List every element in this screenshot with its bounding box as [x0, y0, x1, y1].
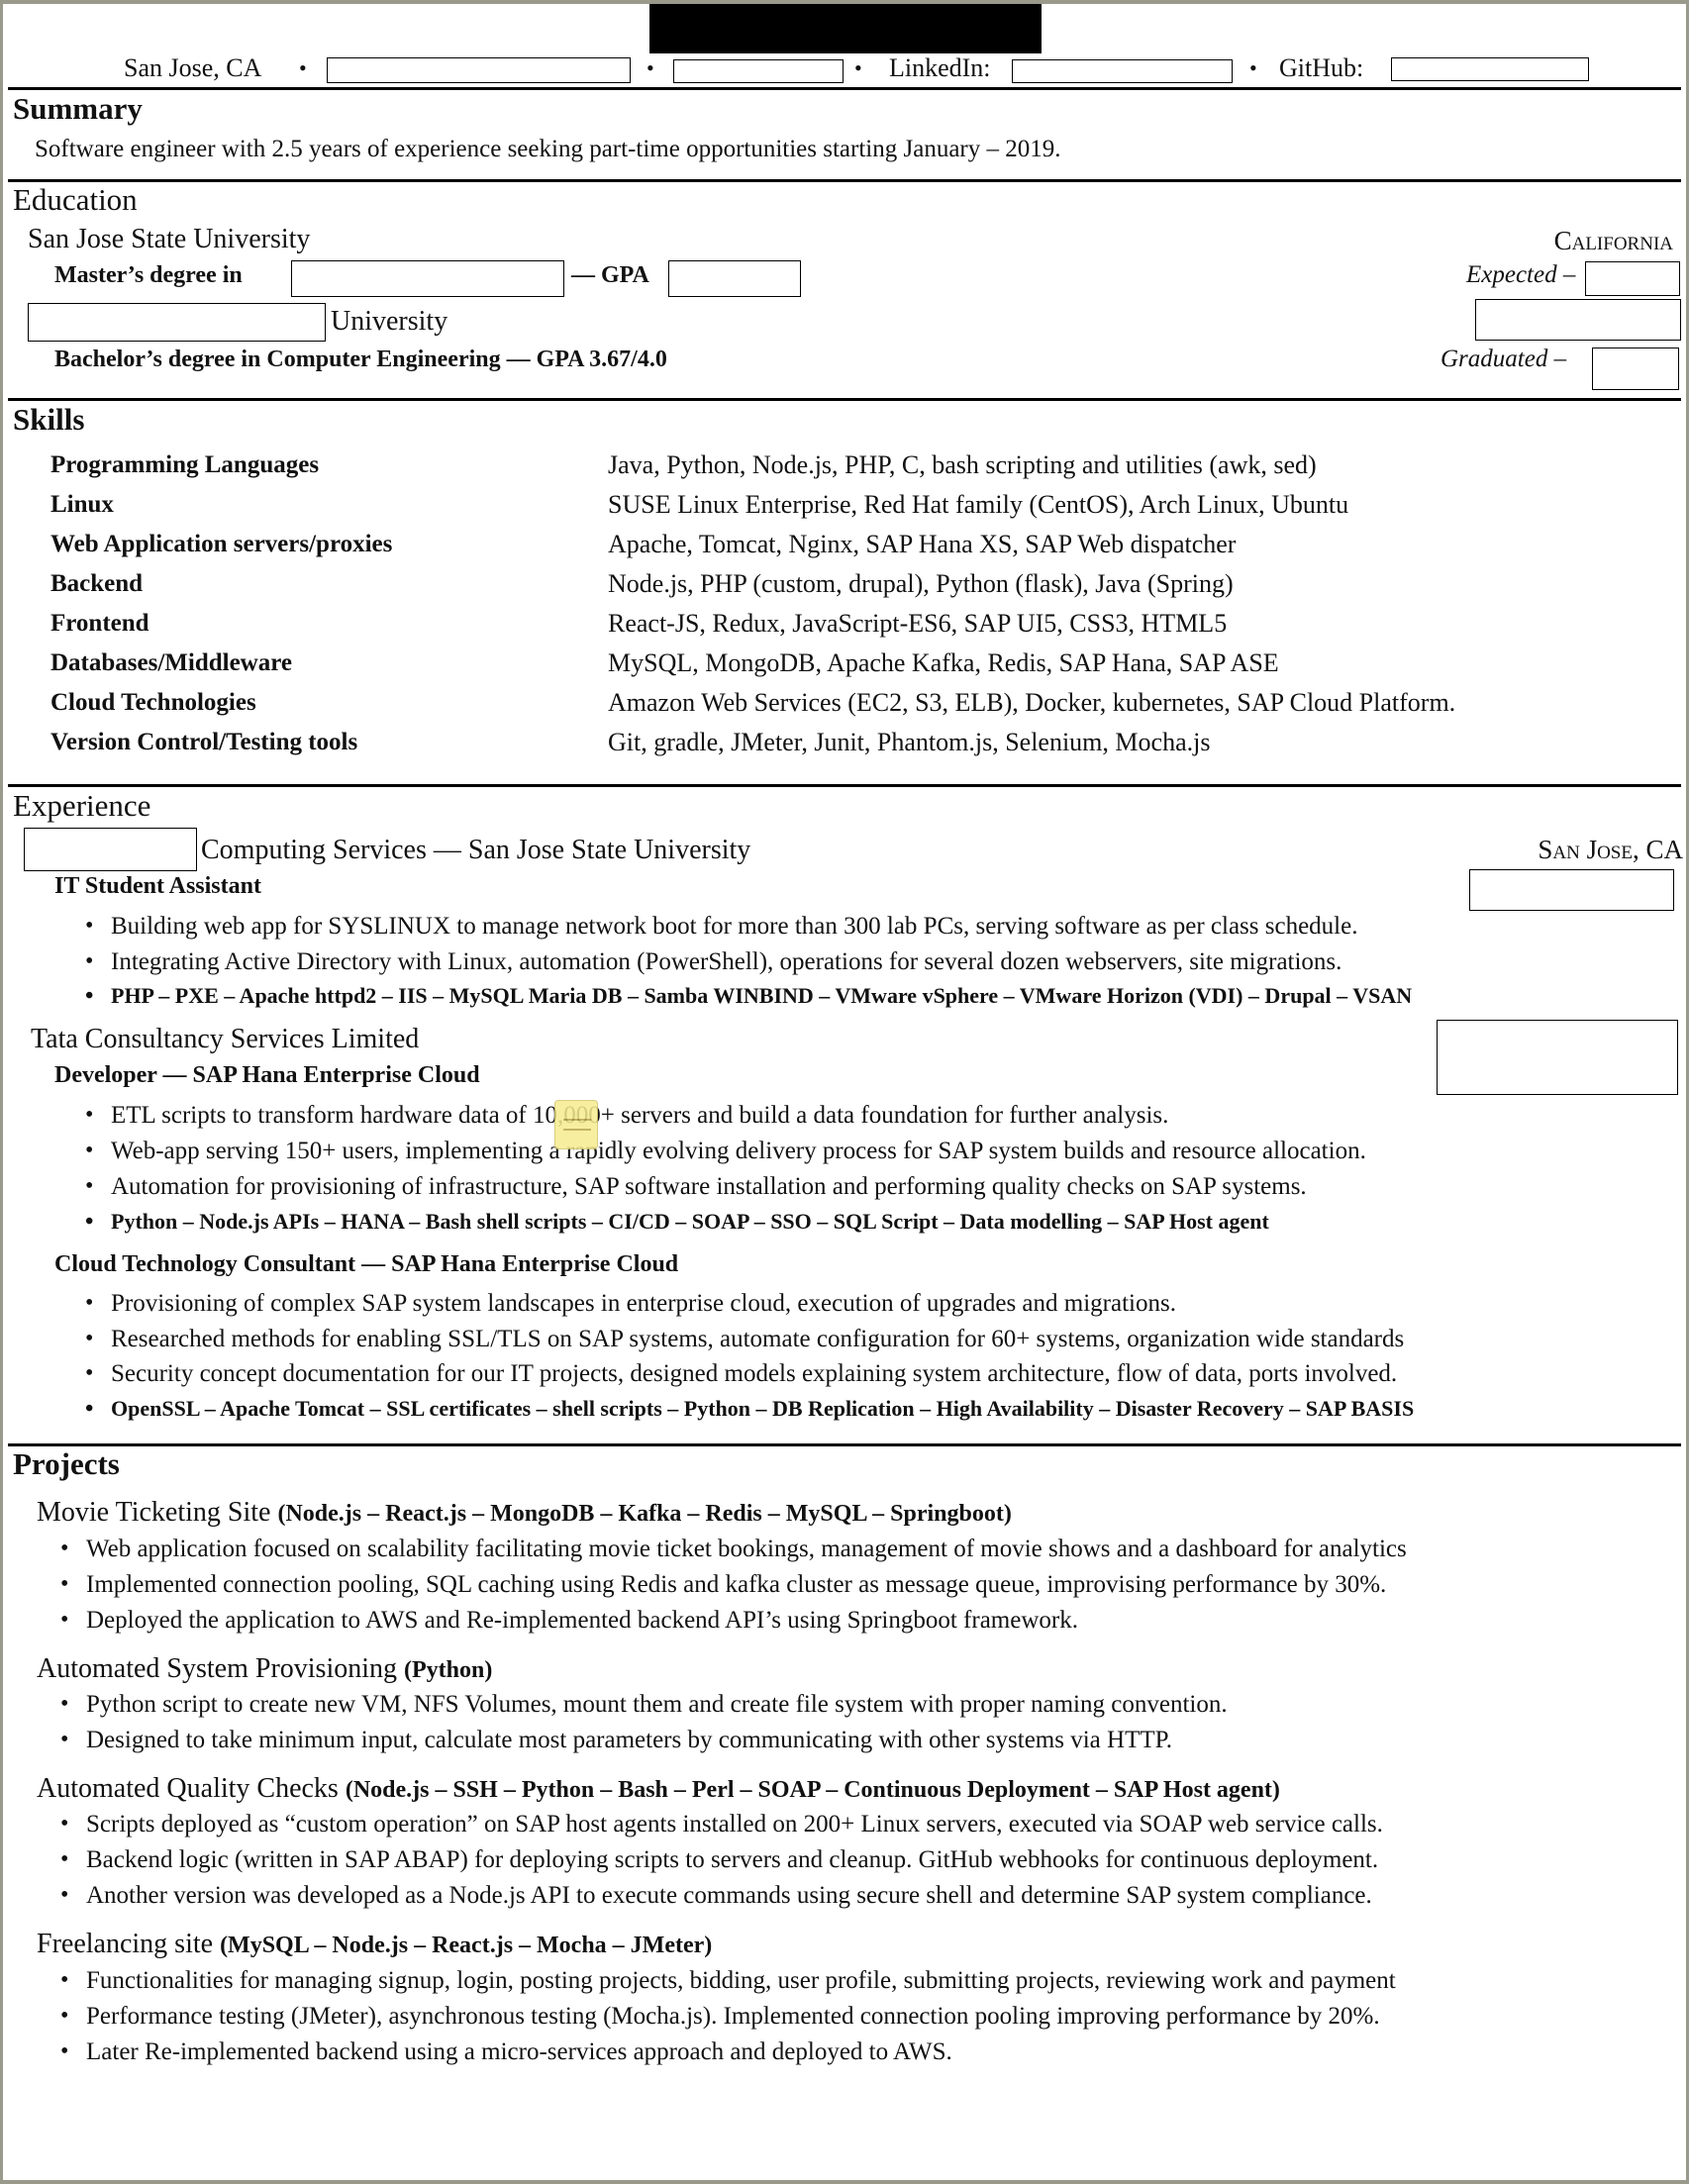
- project-tech: (Node.js – SSH – Python – Bash – Perl – …: [345, 1777, 1280, 1803]
- experience-heading: Experience: [13, 788, 151, 823]
- masters-gpa-label: — GPA: [571, 262, 649, 288]
- project-name: Automated Quality Checks: [37, 1773, 339, 1804]
- skill-value: Apache, Tomcat, Nginx, SAP Hana XS, SAP …: [608, 530, 1237, 558]
- university-location-redaction: [1475, 299, 1681, 341]
- graduated-label: Graduated –: [1441, 346, 1567, 372]
- job-org: Tata Consultancy Services Limited: [31, 1024, 420, 1054]
- job-bullet: Web-app serving 150+ users, implementing…: [85, 1138, 1366, 1165]
- project-bullet: Implemented connection pooling, SQL cach…: [60, 1571, 1386, 1599]
- project-bullet: Python script to create new VM, NFS Volu…: [60, 1691, 1228, 1719]
- major-redaction: [291, 260, 564, 297]
- separator-dot: •: [854, 55, 862, 80]
- skill-label: Cloud Technologies: [50, 689, 256, 716]
- skill-label: Frontend: [50, 610, 149, 637]
- skill-label: Backend: [50, 570, 144, 597]
- expected-label: Expected –: [1466, 261, 1576, 288]
- project-name: Freelancing site: [37, 1929, 214, 1959]
- skill-value: Node.js, PHP (custom, drupal), Python (f…: [608, 569, 1234, 598]
- gpa-redaction: [668, 260, 801, 297]
- project-bullet: Scripts deployed as “custom operation” o…: [60, 1811, 1383, 1838]
- project-tech: (Node.js – React.js – MongoDB – Kafka – …: [277, 1501, 1012, 1527]
- skill-label: Version Control/Testing tools: [50, 729, 358, 755]
- job-role: Developer — SAP Hana Enterprise Cloud: [54, 1062, 480, 1088]
- github-redaction: [1391, 57, 1589, 81]
- project-name: Automated System Provisioning: [37, 1653, 397, 1684]
- section-divider: [8, 784, 1681, 787]
- sticky-note-annotation-icon[interactable]: [554, 1100, 598, 1149]
- project-title: Freelancing site (MySQL – Node.js – Reac…: [37, 1929, 712, 1960]
- linkedin-redaction: [1012, 59, 1233, 83]
- section-divider: [8, 398, 1681, 401]
- job-role: IT Student Assistant: [54, 873, 261, 899]
- project-tech: (Python): [404, 1657, 493, 1683]
- bachelors-degree: Bachelor’s degree in Computer Engineerin…: [54, 347, 667, 372]
- graduated-date-redaction: [1592, 347, 1679, 390]
- project-bullet: Another version was developed as a Node.…: [60, 1882, 1372, 1910]
- project-tech: (MySQL – Node.js – React.js – Mocha – JM…: [220, 1933, 713, 1958]
- skill-value: React-JS, Redux, JavaScript-ES6, SAP UI5…: [608, 609, 1228, 638]
- job-bullet: Building web app for SYSLINUX to manage …: [85, 913, 1357, 941]
- section-divider: [8, 179, 1681, 182]
- job-tech-stack: Python – Node.js APIs – HANA – Bash shel…: [85, 1209, 1269, 1236]
- skill-label: Databases/Middleware: [50, 649, 292, 676]
- linkedin-label: LinkedIn:: [889, 53, 991, 82]
- org-prefix-redaction: [24, 828, 197, 871]
- bachelors-university-suffix: University: [331, 306, 448, 337]
- location-text: San Jose, CA: [124, 53, 262, 82]
- projects-heading: Projects: [13, 1446, 120, 1481]
- name-redaction: [649, 4, 1042, 53]
- project-bullet: Functionalities for managing signup, log…: [60, 1967, 1396, 1995]
- job-role: Cloud Technology Consultant — SAP Hana E…: [54, 1251, 679, 1277]
- separator-dot: •: [646, 55, 654, 80]
- separator-dot: •: [299, 55, 307, 80]
- job-bullet: Researched methods for enabling SSL/TLS …: [85, 1326, 1404, 1353]
- education-heading: Education: [13, 182, 138, 217]
- project-bullet: Performance testing (JMeter), asynchrono…: [60, 2003, 1380, 2031]
- project-title: Automated Quality Checks (Node.js – SSH …: [37, 1773, 1280, 1805]
- summary-heading: Summary: [13, 91, 143, 126]
- project-title: Automated System Provisioning (Python): [37, 1653, 492, 1685]
- contact-line: San Jose, CA • • • LinkedIn: • GitHub:: [0, 53, 1689, 89]
- section-divider: [8, 1443, 1681, 1446]
- skill-label: Linux: [50, 491, 114, 518]
- job-tech-stack: OpenSSL – Apache Tomcat – SSL certificat…: [85, 1396, 1414, 1423]
- skills-heading: Skills: [13, 402, 85, 437]
- skill-value: MySQL, MongoDB, Apache Kafka, Redis, SAP…: [608, 648, 1279, 677]
- email-redaction: [327, 57, 631, 83]
- phone-redaction: [673, 59, 844, 83]
- expected-date-redaction: [1585, 261, 1680, 296]
- job-tech-stack: PHP – PXE – Apache httpd2 – IIS – MySQL …: [85, 983, 1412, 1010]
- job-bullet: Security concept documentation for our I…: [85, 1360, 1397, 1388]
- project-bullet: Deployed the application to AWS and Re-i…: [60, 1607, 1078, 1635]
- project-bullet: Later Re-implemented backend using a mic…: [60, 2038, 952, 2066]
- job-bullet: Provisioning of complex SAP system lands…: [85, 1290, 1176, 1318]
- skill-value: Java, Python, Node.js, PHP, C, bash scri…: [608, 450, 1317, 479]
- skill-value: Git, gradle, JMeter, Junit, Phantom.js, …: [608, 728, 1211, 756]
- job-location-date-redaction: [1437, 1020, 1678, 1095]
- section-divider: [8, 87, 1681, 90]
- skill-label: Programming Languages: [50, 451, 320, 478]
- university-name-redaction: [28, 303, 326, 342]
- project-bullet: Designed to take minimum input, calculat…: [60, 1727, 1172, 1754]
- job-bullet: Integrating Active Directory with Linux,…: [85, 948, 1341, 976]
- separator-dot: •: [1249, 55, 1257, 80]
- job-bullet: ETL scripts to transform hardware data o…: [85, 1102, 1168, 1130]
- job-date-redaction: [1469, 869, 1674, 911]
- skill-value: SUSE Linux Enterprise, Red Hat family (C…: [608, 490, 1349, 519]
- project-name: Movie Ticketing Site: [37, 1497, 271, 1528]
- project-bullet: Web application focused on scalability f…: [60, 1536, 1407, 1563]
- job-location: San Jose, CA: [1538, 835, 1683, 864]
- project-title: Movie Ticketing Site (Node.js – React.js…: [37, 1497, 1012, 1529]
- skill-value: Amazon Web Services (EC2, S3, ELB), Dock…: [608, 688, 1456, 717]
- job-bullet: Automation for provisioning of infrastru…: [85, 1173, 1307, 1201]
- school-location: California: [1553, 226, 1673, 255]
- github-label: GitHub:: [1279, 53, 1364, 82]
- skill-label: Web Application servers/proxies: [50, 531, 393, 557]
- project-bullet: Backend logic (written in SAP ABAP) for …: [60, 1846, 1378, 1874]
- summary-text: Software engineer with 2.5 years of expe…: [35, 136, 1061, 162]
- school-name: San Jose State University: [28, 224, 311, 254]
- job-org: Computing Services — San Jose State Univ…: [201, 835, 751, 865]
- masters-degree-prefix: Master’s degree in: [54, 262, 243, 288]
